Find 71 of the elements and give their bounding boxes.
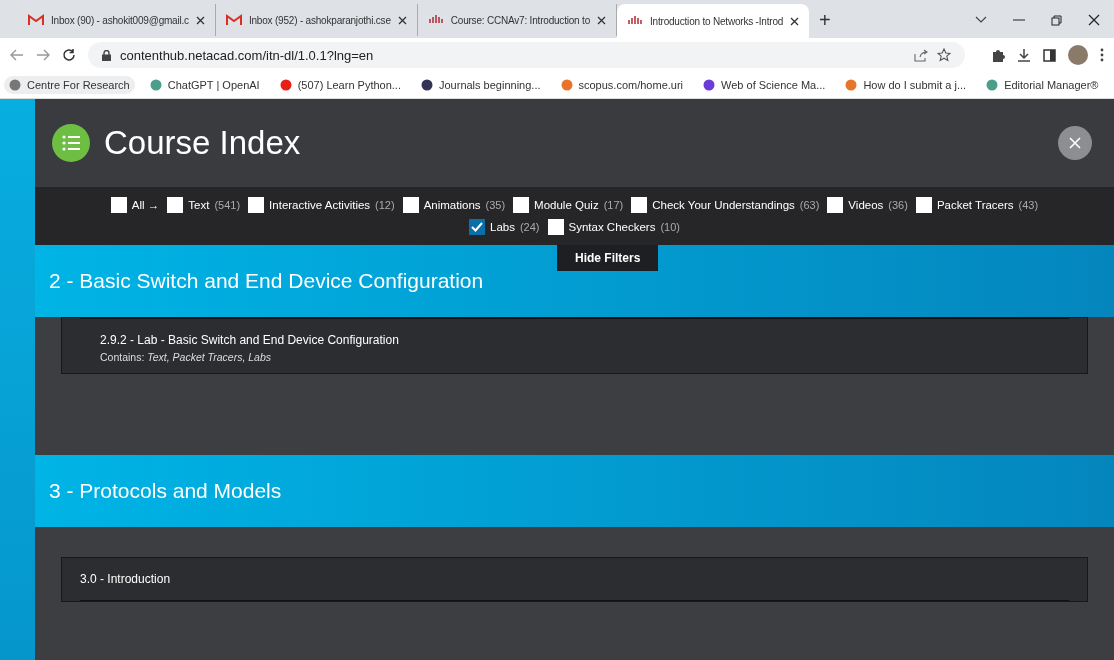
more-icon[interactable] — [1100, 48, 1104, 62]
checkbox[interactable] — [469, 219, 485, 235]
filter-checkbox[interactable]: Module Quiz (17) — [513, 197, 624, 213]
bookmark[interactable]: Editorial Manager® — [981, 76, 1104, 94]
side-panel-icon[interactable] — [1043, 48, 1056, 62]
bookmark-icon — [845, 79, 858, 91]
bookmark[interactable]: scopus.com/home.uri — [555, 76, 689, 94]
filter-checkbox[interactable]: Packet Tracers (43) — [915, 197, 1039, 213]
bookmark-icon — [9, 79, 21, 91]
bookmark-icon — [149, 79, 162, 91]
chevron-down-icon[interactable] — [975, 16, 987, 24]
lesson-title[interactable]: 2.9.2 - Lab - Basic Switch and End Device Configuration — [100, 333, 1069, 347]
avatar[interactable] — [1068, 45, 1088, 65]
filter-checkbox[interactable]: Labs (24) — [469, 219, 540, 235]
contains-text: Contains: Text, Packet Tracers, Labs — [100, 351, 272, 363]
bookmark-icon — [560, 79, 573, 91]
checkbox[interactable] — [110, 197, 127, 213]
bookmark[interactable]: (507) Learn Python... — [274, 76, 406, 94]
forward-arrow-icon[interactable] — [36, 49, 50, 61]
checkbox[interactable] — [827, 197, 844, 213]
browser-tab[interactable]: Inbox (90) - ashokit009@gmail.c — [18, 4, 216, 36]
checkbox[interactable] — [547, 219, 564, 235]
close-icon[interactable] — [597, 15, 606, 25]
close-icon[interactable] — [1088, 14, 1100, 26]
bookmark[interactable]: Web of Science Ma... — [698, 76, 831, 94]
bookmark-icon — [421, 79, 433, 91]
bookmark[interactable]: How do I submit a j... — [840, 76, 972, 94]
bars-icon — [427, 15, 444, 25]
reload-icon[interactable] — [62, 48, 76, 62]
checkbox[interactable] — [631, 197, 648, 213]
bookmark-icon — [986, 79, 999, 91]
close-icon — [1069, 137, 1081, 149]
back-arrow-icon[interactable] — [10, 49, 24, 61]
filter-checkbox[interactable]: Interactive Activities (12) — [248, 197, 395, 213]
checkbox[interactable] — [915, 197, 932, 213]
filter-checkbox[interactable]: Check Your Understandings (63) — [631, 197, 820, 213]
filter-checkbox[interactable]: Videos (36) — [827, 197, 908, 213]
hide-filters-button[interactable]: Hide Filters — [557, 245, 659, 271]
bookmark-icon — [703, 79, 716, 91]
filter-checkbox[interactable]: Syntax Checkers (10) — [547, 219, 680, 235]
bookmark-icon — [279, 79, 292, 91]
list-icon — [52, 124, 90, 162]
browser-tab[interactable]: Inbox (952) - ashokparanjothi.cse — [215, 4, 418, 36]
filter-checkbox[interactable]: Animations (35) — [402, 197, 506, 213]
lock-icon — [102, 49, 111, 61]
close-icon[interactable] — [195, 15, 205, 25]
address-bar[interactable]: contenthub.netacad.com/itn-dl/1.0.1?lng=en — [88, 42, 965, 68]
checkbox[interactable] — [513, 197, 530, 213]
close-icon[interactable] — [397, 15, 407, 25]
download-icon[interactable] — [1017, 48, 1031, 62]
filter-checkbox[interactable]: Text (541) — [167, 197, 241, 213]
course-index-title: Course Index — [104, 124, 301, 162]
bookmark[interactable]: Journals beginning... — [416, 76, 546, 94]
bars-icon — [627, 16, 643, 26]
puzzle-icon[interactable] — [991, 48, 1005, 62]
browser-tab[interactable]: Introduction to Networks -Introd — [617, 4, 810, 38]
checkbox[interactable] — [248, 197, 265, 213]
close-button[interactable] — [1058, 126, 1092, 160]
mail-icon — [28, 14, 44, 26]
checkbox[interactable] — [167, 197, 184, 213]
bookmark[interactable]: Centre For Research — [4, 76, 135, 94]
checkbox[interactable] — [402, 197, 419, 213]
close-icon[interactable] — [790, 16, 800, 26]
restore-icon[interactable] — [1051, 14, 1062, 26]
new-tab-button[interactable]: + — [819, 9, 831, 32]
mail-icon — [225, 14, 242, 26]
star-icon[interactable] — [937, 48, 951, 62]
filter-checkbox[interactable]: All → — [110, 197, 160, 213]
lesson-title[interactable]: 3.0 - Introduction — [80, 572, 1069, 586]
share-icon[interactable] — [914, 48, 928, 62]
bookmark[interactable]: ChatGPT | OpenAI — [144, 76, 265, 94]
